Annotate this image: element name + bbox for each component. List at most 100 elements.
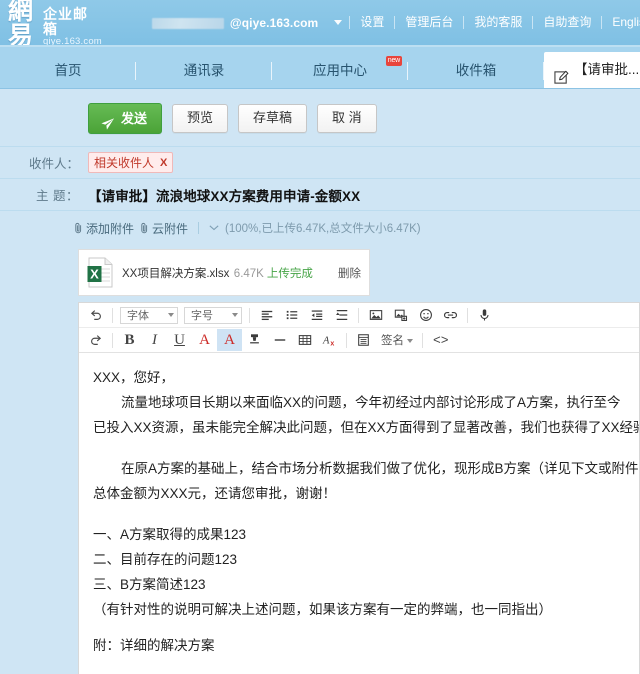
body-greeting: XXX，您好， [93,370,175,385]
body-paragraph1-line2: 已投入XX资源，虽未能完全解决此问题，但在XX方面得到了显著改善，我们也获得了X… [93,420,639,435]
cloud-attachment-button[interactable]: 云附件 [140,220,188,237]
divider [467,307,468,323]
redo-icon[interactable] [83,329,108,351]
microphone-icon[interactable] [472,304,497,326]
divider [422,332,423,348]
card-icon[interactable] [351,329,376,351]
delete-attachment-button[interactable]: 删除 [332,265,361,281]
cancel-button[interactable]: 取 消 [317,104,377,133]
tab-label: 【请审批... [574,62,640,77]
divider [112,332,113,348]
divider [346,332,347,348]
header-link-admin[interactable]: 管理后台 [396,0,462,45]
insert-table-icon[interactable] [292,329,317,351]
horizontal-rule-icon[interactable] [267,329,292,351]
tab-home[interactable]: 首页 [0,54,136,88]
bullet-list-icon[interactable] [279,304,304,326]
body-paragraph1-line1: 流量地球项目长期以来面临XX的问题，今年初经过内部讨论形成了A方案，执行至今 [121,395,621,410]
tab-label: 首页 [54,63,82,78]
body-list-item-2: 二、目前存在的问题123 [93,552,238,567]
link-icon[interactable] [438,304,463,326]
header-link-settings[interactable]: 设置 [351,0,393,45]
header-links: 设置 管理后台 我的客服 自助查询 English [348,0,640,45]
paper-plane-icon [100,112,115,130]
underline-button[interactable]: U [167,329,192,351]
product-name-group: 企业邮箱 qiye.163.com [43,7,102,45]
tab-compose-active[interactable]: 【请审批... × [544,52,640,88]
font-size-select[interactable]: 字号 [184,306,242,324]
editor-toolbar-row-2: B I U A A A x 签名 <> [79,328,639,353]
recipient-chip[interactable]: 相关收件人 X [88,152,174,173]
cloud-attachment-label: 云附件 [152,221,189,236]
compose-pane: 发送 预览 存草稿 取 消 收件人： 相关收件人 X 主 题： 【请审批】流浪地… [0,89,640,674]
signature-button[interactable]: 签名 [376,329,418,351]
attachment-status: 上传完成 [266,267,313,280]
tab-inbox[interactable]: 收件箱 [408,54,544,88]
paperclip-icon [140,222,149,234]
new-badge: new [385,56,402,66]
send-button[interactable]: 发送 [88,103,163,134]
chevron-down-icon[interactable] [209,223,219,233]
chevron-down-icon[interactable] [334,20,343,25]
tab-app-center[interactable]: 应用中心 new [272,54,408,88]
tab-bar: 首页 通讯录 应用中心 new 收件箱 【请审批... × [0,45,640,89]
rich-text-editor: 字体 字号 B I U A A A x 签名 <> XXX，您好， 流量地球项目… [78,302,640,674]
tab-contacts[interactable]: 通讯录 [136,54,272,88]
add-attachment-label: 添加附件 [86,221,135,236]
align-left-icon[interactable] [254,304,279,326]
email-body-content[interactable]: XXX，您好， 流量地球项目长期以来面临XX的问题，今年初经过内部讨论形成了A方… [79,353,639,674]
send-label: 发送 [121,111,148,126]
header-link-selfservice[interactable]: 自助查询 [534,0,600,45]
preview-button[interactable]: 预览 [172,104,229,133]
attachment-meta: XX项目解决方案.xlsx 6.47K 上传完成 [122,264,332,282]
font-family-value: 字体 [127,310,149,322]
netease-logo: 網易 [8,0,37,45]
tab-label: 收件箱 [455,63,497,78]
product-domain: qiye.163.com [43,35,102,45]
body-appendix: 附：详细的解决方案 [93,638,215,653]
font-color-button[interactable]: A [192,329,217,351]
subject-input[interactable]: 【请审批】流浪地球XX方案费用申请-金额XX [88,185,360,205]
signature-label: 签名 [381,335,404,347]
save-draft-button[interactable]: 存草稿 [238,104,308,133]
recipient-row: 收件人： 相关收件人 X [0,146,640,178]
attachment-size-value: 6.47K [233,267,264,280]
undo-icon[interactable] [83,304,108,326]
format-painter-icon[interactable] [242,329,267,351]
attachment-item[interactable]: X XX项目解决方案.xlsx 6.47K 上传完成 删除 [78,249,370,296]
emoji-icon[interactable] [413,304,438,326]
divider [358,307,359,323]
svg-text:x: x [330,340,334,347]
font-family-select[interactable]: 字体 [120,306,178,324]
recipient-label: 收件人： [28,157,79,171]
top-header-bar: 網易 企业邮箱 qiye.163.com @qiye.163.com 设置 管理… [0,0,640,45]
bold-button[interactable]: B [117,329,142,351]
outdent-icon[interactable] [304,304,329,326]
clear-format-icon[interactable]: A x [317,329,342,351]
screenshot-icon[interactable] [388,304,413,326]
tab-label: 应用中心 [313,63,367,78]
divider [198,222,200,234]
header-link-english[interactable]: English [603,0,640,45]
subject-row[interactable]: 主 题： 【请审批】流浪地球XX方案费用申请-金额XX [0,178,640,210]
source-code-button[interactable]: <> [427,333,455,348]
upload-progress-text: (100%,已上传6.47K,总文件大小6.47K) [225,223,421,235]
italic-button[interactable]: I [142,329,167,351]
remove-recipient-icon[interactable]: X [160,157,167,169]
body-note: （有针对性的说明可解决上述问题，如果该方案有一定的弊端，也一同指出） [93,602,552,617]
excel-file-icon: X [87,257,114,288]
body-paragraph2-line2: 总体金额为XXX元，还请您审批，谢谢！ [93,486,337,501]
divider [112,307,113,323]
brand-logo-group[interactable]: 網易 企业邮箱 qiye.163.com [0,0,102,45]
compose-pen-icon [554,63,569,84]
svg-text:X: X [90,267,99,282]
header-link-support[interactable]: 我的客服 [465,0,531,45]
account-display[interactable]: @qiye.163.com [151,16,343,30]
line-height-icon[interactable] [329,304,354,326]
add-attachment-button[interactable]: 添加附件 [74,220,134,237]
email-compose-window: 網易 企业邮箱 qiye.163.com @qiye.163.com 设置 管理… [0,0,640,674]
paperclip-icon [74,222,83,234]
insert-image-icon[interactable] [363,304,388,326]
highlight-button[interactable]: A [217,329,242,351]
